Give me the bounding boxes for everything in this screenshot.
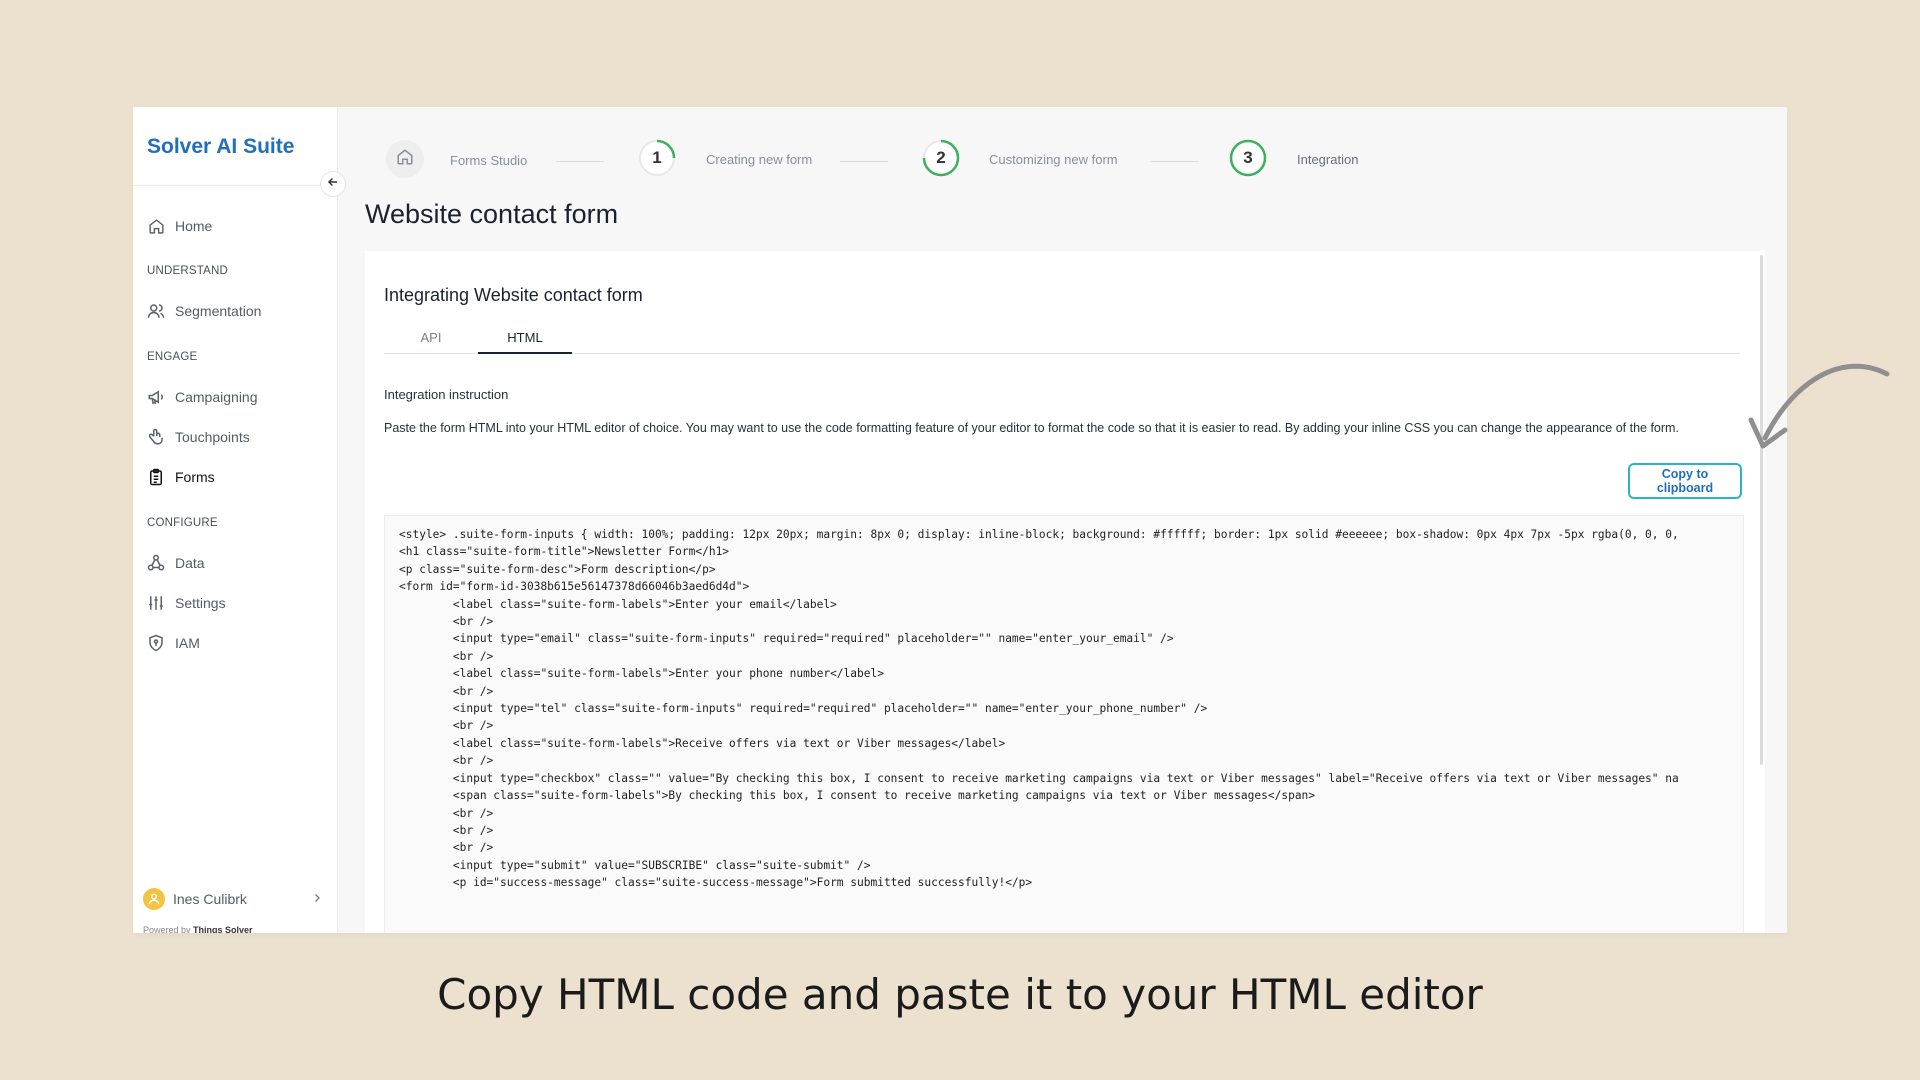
sidebar-item-forms[interactable]: Forms [147,466,215,488]
code-line: <label class="suite-form-labels">Enter y… [399,597,837,611]
user-menu[interactable]: Ines Culibrk [143,887,323,911]
home-icon [396,148,414,171]
section-configure: CONFIGURE [147,517,218,529]
stepper-connector [1151,161,1199,162]
clipboard-icon [147,468,165,486]
code-line: <p class="suite-form-desc">Form descript… [399,562,716,576]
sliders-icon [147,594,165,612]
copy-to-clipboard-button[interactable]: Copy to clipboard [1628,463,1742,499]
sidebar-item-label: Data [175,555,205,571]
code-line: <br /> [399,823,494,837]
code-line: <br /> [399,719,494,733]
step-3-circle[interactable]: 3 [1229,139,1267,177]
home-icon [147,217,165,235]
sidebar-item-label: Segmentation [175,303,262,319]
code-line: <input type="tel" class="suite-form-inpu… [399,702,1208,716]
powered-prefix: Powered by [143,925,191,933]
scrollbar[interactable] [1760,255,1763,765]
divider [133,185,337,186]
users-icon [147,302,165,320]
sidebar-item-label: Touchpoints [175,429,250,445]
stepper-home-button[interactable] [386,140,424,178]
step-1-circle[interactable]: 1 [638,139,676,177]
sidebar-item-iam[interactable]: IAM [147,632,200,654]
data-icon [147,554,165,572]
sidebar-item-segmentation[interactable]: Segmentation [147,300,261,322]
code-line: <br /> [399,615,494,629]
sidebar-item-label: Settings [175,595,226,611]
stepper-connector [556,161,604,162]
stepper-connector [840,161,888,162]
user-icon [143,888,165,910]
code-line: <input type="submit" value="SUBSCRIBE" c… [399,858,871,872]
code-line: <br /> [399,754,494,768]
step-number: 1 [652,148,662,167]
tab-bar: API HTML [384,323,1740,354]
sidebar: Solver AI Suite Home UNDERSTAND Segmenta… [133,107,338,933]
code-line: <form id="form-id-3038b615e56147378d6604… [399,580,750,594]
chevron-right-icon[interactable] [311,891,323,907]
sidebar-item-label: Forms [175,469,215,485]
sidebar-item-label: Home [175,218,213,234]
section-engage: ENGAGE [147,351,198,363]
step-3-label[interactable]: Integration [1297,152,1358,167]
collapse-sidebar-button[interactable] [320,171,346,197]
sidebar-item-touchpoints[interactable]: Touchpoints [147,426,250,448]
code-line: <span class="suite-form-labels">By check… [399,789,1316,803]
sidebar-item-home[interactable]: Home [147,215,212,237]
code-line: <br /> [399,649,494,663]
code-line: <br /> [399,684,494,698]
caption: Copy HTML code and paste it to your HTML… [437,970,1483,1019]
sidebar-item-label: Campaigning [175,389,258,405]
shield-icon [147,634,165,652]
user-name: Ines Culibrk [173,891,247,907]
code-line: <input type="checkbox" class="" value="B… [399,771,1679,785]
brand-logo[interactable]: Solver AI Suite [147,135,294,159]
touch-icon [147,428,165,446]
code-block[interactable]: <style> .suite-form-inputs { width: 100%… [384,515,1744,933]
step-number: 2 [936,148,946,167]
integration-card: Integrating Website contact form API HTM… [365,251,1765,933]
page-title: Website contact form [365,199,619,229]
step-2-label[interactable]: Customizing new form [989,152,1118,167]
arrow-left-icon [326,175,340,193]
curved-arrow-icon [1748,363,1890,449]
code-line: <style> .suite-form-inputs { width: 100%… [399,528,1679,541]
powered-by: Powered by Things Solver [143,925,253,933]
tab-html[interactable]: HTML [478,323,572,354]
step-2-circle[interactable]: 2 [922,139,960,177]
megaphone-icon [147,388,165,406]
code-line: <h1 class="suite-form-title">Newsletter … [399,545,730,559]
step-1-label[interactable]: Creating new form [706,152,812,167]
stepper-home-label[interactable]: Forms Studio [450,153,527,168]
sidebar-item-data[interactable]: Data [147,552,205,574]
sidebar-item-label: IAM [175,635,200,651]
section-understand: UNDERSTAND [147,265,229,277]
app-window: Solver AI Suite Home UNDERSTAND Segmenta… [133,107,1787,933]
tab-api[interactable]: API [384,323,478,352]
instruction-title: Integration instruction [384,387,509,402]
step-number: 3 [1243,148,1253,167]
code-content: <style> .suite-form-inputs { width: 100%… [385,516,1743,902]
code-line: <label class="suite-form-labels">Enter y… [399,667,884,681]
code-line: <input type="email" class="suite-form-in… [399,632,1174,646]
sidebar-item-settings[interactable]: Settings [147,592,226,614]
powered-brand: Things Solver [193,925,253,933]
code-line: <label class="suite-form-labels">Receive… [399,736,1006,750]
code-line: <p id="success-message" class="suite-suc… [399,876,1033,890]
code-line: <br /> [399,841,494,855]
card-title: Integrating Website contact form [384,285,643,305]
code-line: <br /> [399,806,494,820]
sidebar-item-campaigning[interactable]: Campaigning [147,386,258,408]
instruction-text: Paste the form HTML into your HTML edito… [384,421,1679,435]
